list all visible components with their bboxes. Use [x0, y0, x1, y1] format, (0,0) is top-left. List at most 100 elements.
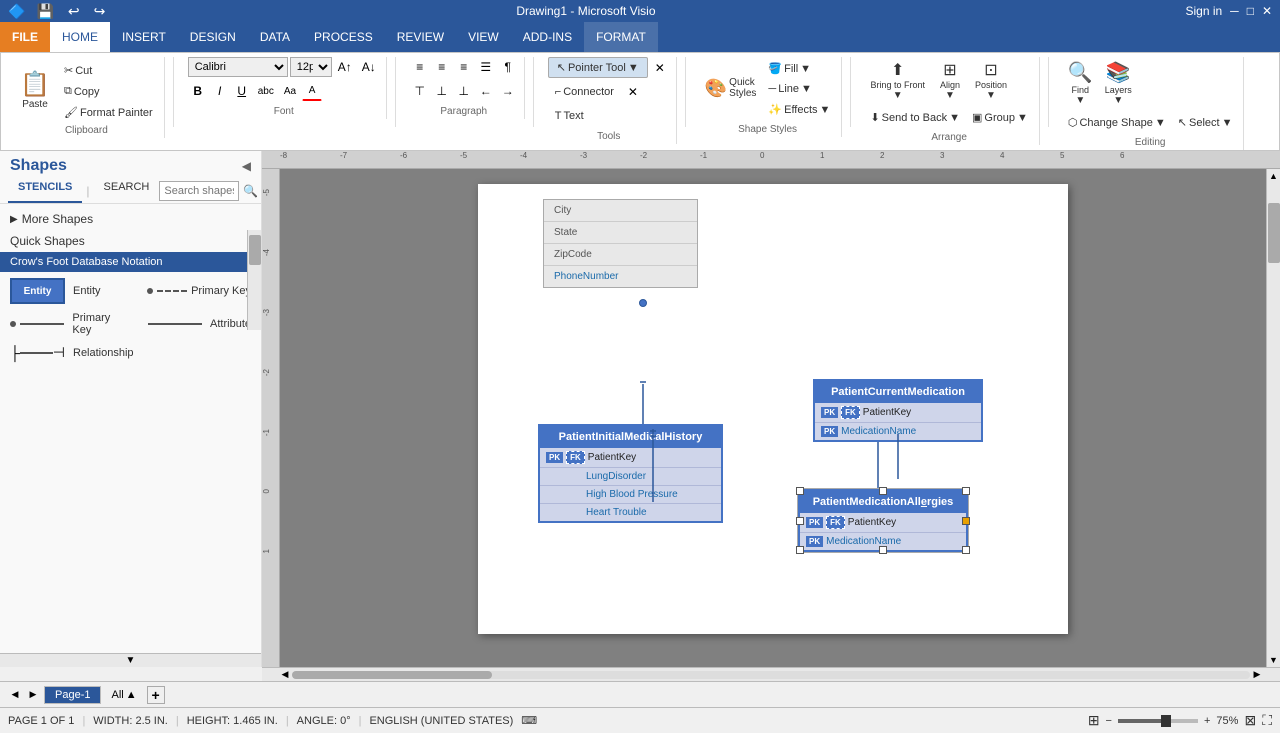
- valign-mid-btn[interactable]: ⊥: [432, 81, 452, 101]
- pointer-tool-btn[interactable]: ↖ Pointer Tool ▼: [548, 57, 648, 78]
- text-tool-btn[interactable]: T Text: [548, 106, 591, 126]
- select-btn[interactable]: ↖ Select ▼: [1173, 113, 1238, 132]
- connector-btn[interactable]: ⌐ Connector: [548, 82, 621, 102]
- layers-btn[interactable]: 📚 Layers ▼: [1100, 57, 1137, 109]
- cut-button[interactable]: ✂ Cut: [59, 61, 158, 80]
- hscroll-thumb[interactable]: [292, 671, 492, 679]
- qa-redo[interactable]: ↪: [91, 3, 109, 20]
- sidebar-collapse-btn[interactable]: ◀: [242, 159, 251, 173]
- scroll-pages-right[interactable]: ▶: [26, 688, 40, 702]
- qa-save[interactable]: 💾: [33, 3, 56, 20]
- scroll-pages-left[interactable]: ◀: [8, 688, 22, 702]
- fit-page-icon[interactable]: ⊞: [1088, 712, 1100, 729]
- zoom-out-btn[interactable]: −: [1106, 715, 1112, 727]
- paste-button[interactable]: 📋 Paste: [15, 57, 55, 122]
- indent-inc-btn[interactable]: →: [498, 81, 518, 101]
- zoom-in-btn[interactable]: +: [1204, 715, 1210, 727]
- font-face-select[interactable]: Calibri: [188, 57, 288, 77]
- menu-addins[interactable]: ADD-INS: [511, 22, 584, 52]
- bold-btn[interactable]: B: [188, 81, 208, 101]
- close-btn[interactable]: ✕: [1262, 4, 1272, 18]
- vscroll-track[interactable]: [1267, 183, 1280, 653]
- status-angle: ANGLE: 0°: [297, 715, 351, 727]
- minimize-btn[interactable]: ─: [1230, 4, 1239, 18]
- sidebar-tab-search[interactable]: SEARCH: [94, 179, 160, 203]
- vertical-scrollbar[interactable]: ▲ ▼: [1266, 169, 1280, 667]
- font-size-select[interactable]: 12pt.: [290, 57, 332, 77]
- connector-close-btn[interactable]: ✕: [623, 82, 643, 102]
- change-shape-btn[interactable]: ⬡ Change Shape ▼: [1063, 113, 1171, 132]
- signin-btn[interactable]: Sign in: [1185, 4, 1222, 18]
- align-btn[interactable]: ⊞ Align ▼: [934, 57, 966, 104]
- maximize-btn[interactable]: □: [1247, 4, 1254, 18]
- change-shape-icon: ⬡: [1068, 116, 1078, 129]
- zoom-slider[interactable]: [1118, 719, 1198, 723]
- ruler-left: -5 -4 -3 -2 -1 0 1: [262, 169, 280, 667]
- bullet-btn[interactable]: ☰: [476, 57, 496, 77]
- normal-view-btn[interactable]: ⊠: [1244, 712, 1256, 729]
- add-page-btn[interactable]: +: [147, 686, 165, 704]
- valign-bot-btn[interactable]: ⊥: [454, 81, 474, 101]
- qa-undo[interactable]: ↩: [65, 3, 83, 20]
- page-tabs: ◀ ▶ Page-1 All ▲ +: [0, 681, 1280, 707]
- copy-button[interactable]: ⧉ Copy: [59, 82, 158, 101]
- group-btn[interactable]: ▣ Group ▼: [967, 108, 1033, 127]
- search-submit-icon[interactable]: 🔍: [239, 184, 262, 198]
- page-tab-1[interactable]: Page-1: [44, 686, 101, 704]
- vscroll-up-btn[interactable]: ▲: [1267, 169, 1280, 183]
- find-btn[interactable]: 🔍 Find ▼: [1063, 57, 1098, 109]
- hscroll-track[interactable]: [292, 671, 1250, 679]
- font-grow-btn[interactable]: A↑: [334, 57, 356, 77]
- hscroll-right-btn[interactable]: ▶: [1250, 668, 1264, 682]
- canvas-scroll[interactable]: City State ZipCode PhoneNumber PatientIn…: [280, 169, 1266, 667]
- patient-current-med-table[interactable]: PatientCurrentMedication PK FK PatientKe…: [813, 379, 983, 442]
- status-input-method-icon[interactable]: ⌨: [521, 714, 537, 727]
- menu-review[interactable]: REVIEW: [385, 22, 456, 52]
- quick-shapes-item[interactable]: Quick Shapes: [0, 230, 261, 252]
- font-case-btn[interactable]: Aa: [280, 81, 300, 101]
- menu-home[interactable]: HOME: [50, 22, 110, 52]
- line-btn[interactable]: ─ Line ▼: [763, 80, 835, 98]
- tools-close-btn[interactable]: ✕: [650, 58, 670, 78]
- bring-to-front-btn[interactable]: ⬆ Bring to Front ▼: [865, 57, 930, 104]
- quick-styles-btn[interactable]: 🎨 QuickStyles: [700, 74, 762, 102]
- font-color-btn[interactable]: A: [302, 81, 322, 101]
- format-painter-button[interactable]: 🖌 Format Painter: [59, 103, 158, 122]
- valign-top-btn[interactable]: ⊤: [410, 81, 430, 101]
- italic-btn[interactable]: I: [210, 81, 230, 101]
- sidebar-tab-stencils[interactable]: STENCILS: [8, 179, 82, 203]
- menu-view[interactable]: VIEW: [456, 22, 511, 52]
- paragraph-btn[interactable]: ¶: [498, 57, 518, 77]
- more-shapes-item[interactable]: ▶ More Shapes: [0, 208, 261, 230]
- fill-btn[interactable]: 🪣 Fill ▼: [763, 59, 835, 78]
- patient-med-allergies-table[interactable]: PatientMedicationAllergies PK FK Patient…: [798, 489, 968, 552]
- hscroll-left-btn[interactable]: ◀: [278, 668, 292, 682]
- align-right-btn[interactable]: ≡: [454, 57, 474, 77]
- menu-format[interactable]: FORMAT: [584, 22, 658, 52]
- patient-history-table[interactable]: PatientInitialMedicalHistory PK FK Patie…: [538, 424, 723, 523]
- menu-file[interactable]: FILE: [0, 22, 50, 52]
- sidebar-scroll-down[interactable]: ▼: [0, 653, 261, 667]
- all-pages-btn[interactable]: All ▲: [105, 687, 142, 703]
- entity-shape[interactable]: Entity: [10, 278, 65, 304]
- strikethrough-btn[interactable]: abc: [254, 81, 278, 101]
- effects-btn[interactable]: ✨ Effects ▼: [763, 100, 835, 119]
- align-left-btn[interactable]: ≡: [410, 57, 430, 77]
- indent-dec-btn[interactable]: ←: [476, 81, 496, 101]
- vscroll-thumb[interactable]: [1268, 203, 1280, 263]
- menu-design[interactable]: DESIGN: [178, 22, 248, 52]
- sidebar-search-input[interactable]: [159, 181, 239, 201]
- send-to-back-btn[interactable]: ⬇ Send to Back ▼: [865, 108, 965, 127]
- crows-foot-section[interactable]: Crow's Foot Database Notation: [0, 252, 261, 272]
- address-table[interactable]: City State ZipCode PhoneNumber: [543, 199, 698, 288]
- position-btn[interactable]: ⊡ Position ▼: [970, 57, 1012, 104]
- menu-process[interactable]: PROCESS: [302, 22, 385, 52]
- status-divider-4: |: [359, 715, 362, 727]
- underline-btn[interactable]: U: [232, 81, 252, 101]
- align-center-btn[interactable]: ≡: [432, 57, 452, 77]
- menu-data[interactable]: DATA: [248, 22, 302, 52]
- font-shrink-btn[interactable]: A↓: [358, 57, 380, 77]
- menu-insert[interactable]: INSERT: [110, 22, 178, 52]
- fullscreen-btn[interactable]: ⛶: [1262, 712, 1272, 729]
- vscroll-down-btn[interactable]: ▼: [1267, 653, 1280, 667]
